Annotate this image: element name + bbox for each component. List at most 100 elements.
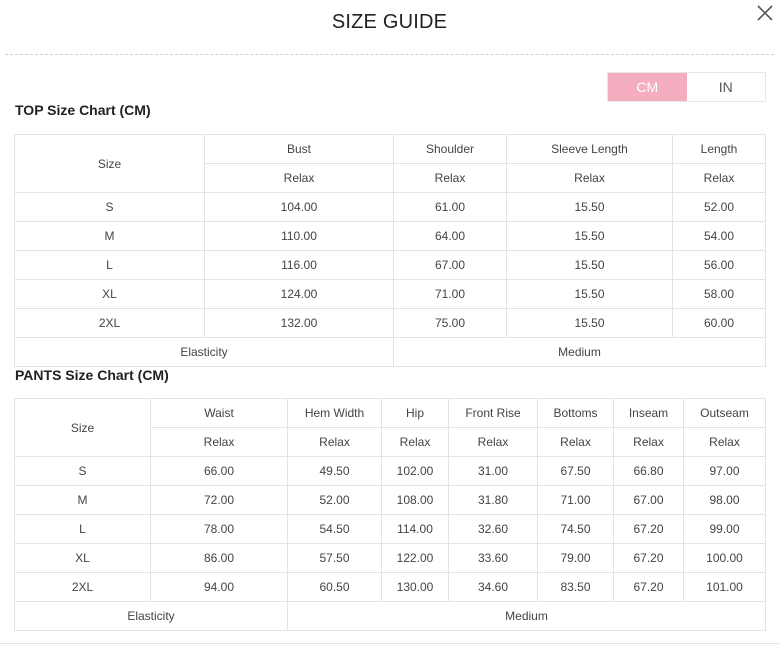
value-cell: 58.00 [672,279,766,309]
table-row: S 104.00 61.00 15.50 52.00 [14,192,766,222]
value-cell: 99.00 [683,514,766,544]
value-cell: 64.00 [393,221,507,251]
value-cell: 15.50 [506,308,673,338]
value-cell: 67.20 [613,572,684,602]
column-header: Length [672,134,766,164]
size-cell: S [14,456,151,486]
value-cell: 75.00 [393,308,507,338]
column-header: Bottoms [537,398,614,428]
value-cell: 60.00 [672,308,766,338]
size-cell: M [14,221,205,251]
table-row: S 66.00 49.50 102.00 31.00 67.50 66.80 9… [14,456,766,486]
value-cell: 78.00 [150,514,288,544]
value-cell: 130.00 [381,572,449,602]
value-cell: 100.00 [683,543,766,573]
unit-toggle: CM IN [607,72,766,102]
size-cell: M [14,485,151,515]
elasticity-row: Elasticity Medium [14,337,766,367]
value-cell: 49.50 [287,456,382,486]
value-cell: 71.00 [537,485,614,515]
elasticity-label: Elasticity [14,337,394,367]
close-button[interactable] [755,3,775,23]
value-cell: 124.00 [204,279,394,309]
fit-label: Relax [613,427,684,457]
value-cell: 94.00 [150,572,288,602]
fit-label: Relax [683,427,766,457]
column-header: Shoulder [393,134,507,164]
value-cell: 110.00 [204,221,394,251]
pants-size-table: Size Waist Hem Width Hip Front Rise Bott… [14,398,766,631]
column-header: Hem Width [287,398,382,428]
fit-label: Relax [506,163,673,193]
column-header: Hip [381,398,449,428]
size-header: Size [14,134,205,193]
size-cell: S [14,192,205,222]
value-cell: 108.00 [381,485,449,515]
value-cell: 67.00 [613,485,684,515]
value-cell: 54.50 [287,514,382,544]
column-header: Inseam [613,398,684,428]
header-divider [5,54,774,55]
value-cell: 67.00 [393,250,507,280]
value-cell: 116.00 [204,250,394,280]
value-cell: 56.00 [672,250,766,280]
value-cell: 66.80 [613,456,684,486]
value-cell: 54.00 [672,221,766,251]
value-cell: 15.50 [506,192,673,222]
top-size-table: Size Bust Shoulder Sleeve Length Length … [14,134,766,367]
value-cell: 101.00 [683,572,766,602]
size-cell: 2XL [14,308,205,338]
value-cell: 71.00 [393,279,507,309]
value-cell: 60.50 [287,572,382,602]
value-cell: 52.00 [672,192,766,222]
modal-title: SIZE GUIDE [331,11,448,33]
size-header: Size [14,398,151,457]
fit-label: Relax [204,163,394,193]
value-cell: 72.00 [150,485,288,515]
table-row: L 116.00 67.00 15.50 56.00 [14,250,766,280]
value-cell: 67.20 [613,543,684,573]
value-cell: 15.50 [506,221,673,251]
fit-label: Relax [393,163,507,193]
value-cell: 34.60 [448,572,538,602]
size-cell: XL [14,279,205,309]
pants-chart-title: PANTS Size Chart (CM) [15,367,169,383]
elasticity-row: Elasticity Medium [14,601,766,631]
close-icon [757,5,773,21]
elasticity-value: Medium [393,337,766,367]
value-cell: 32.60 [448,514,538,544]
column-header: Outseam [683,398,766,428]
value-cell: 122.00 [381,543,449,573]
elasticity-label: Elasticity [14,601,288,631]
value-cell: 79.00 [537,543,614,573]
column-header: Sleeve Length [506,134,673,164]
unit-cm-button[interactable]: CM [608,73,687,101]
value-cell: 67.50 [537,456,614,486]
table-header-row: Size Bust Shoulder Sleeve Length Length [14,134,766,193]
value-cell: 83.50 [537,572,614,602]
fit-label: Relax [537,427,614,457]
value-cell: 98.00 [683,485,766,515]
table-row: XL 86.00 57.50 122.00 33.60 79.00 67.20 … [14,543,766,573]
value-cell: 61.00 [393,192,507,222]
value-cell: 104.00 [204,192,394,222]
value-cell: 67.20 [613,514,684,544]
value-cell: 31.00 [448,456,538,486]
value-cell: 97.00 [683,456,766,486]
value-cell: 74.50 [537,514,614,544]
fit-label: Relax [381,427,449,457]
unit-in-button[interactable]: IN [686,73,765,101]
table-row: M 110.00 64.00 15.50 54.00 [14,221,766,251]
table-row: 2XL 132.00 75.00 15.50 60.00 [14,308,766,338]
size-cell: L [14,514,151,544]
table-header-row: Size Waist Hem Width Hip Front Rise Bott… [14,398,766,457]
value-cell: 52.00 [287,485,382,515]
value-cell: 132.00 [204,308,394,338]
value-cell: 114.00 [381,514,449,544]
table-row: M 72.00 52.00 108.00 31.80 71.00 67.00 9… [14,485,766,515]
fit-label: Relax [448,427,538,457]
table-row: 2XL 94.00 60.50 130.00 34.60 83.50 67.20… [14,572,766,602]
size-cell: XL [14,543,151,573]
size-cell: L [14,250,205,280]
column-header: Waist [150,398,288,428]
